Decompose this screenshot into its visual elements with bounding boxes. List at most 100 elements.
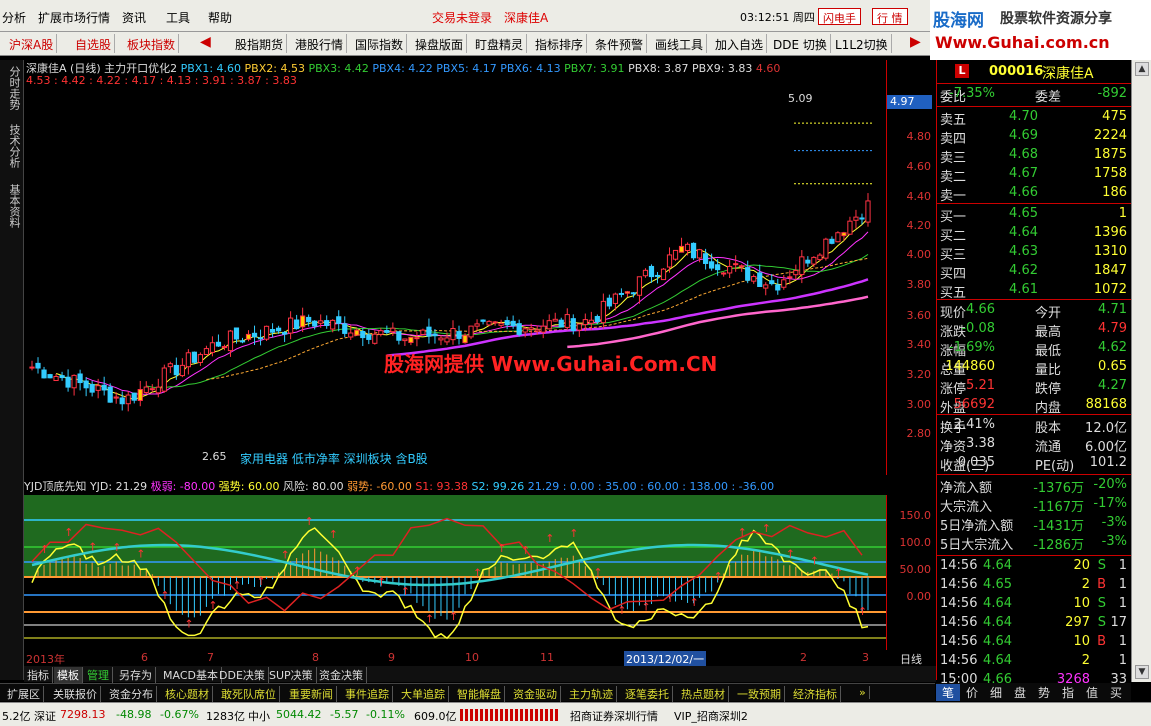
tab-save-as[interactable]: 另存为 <box>116 667 156 683</box>
tab-hk-stocks[interactable]: 港股行情 <box>292 34 348 53</box>
sidetab-fundamental[interactable]: 基本资料 <box>4 184 21 228</box>
func-core-topic[interactable]: 核心题材 <box>162 686 213 702</box>
func-main-track[interactable]: 主力轨迹 <box>566 686 617 702</box>
stat-row: 涨跌 -0.08 最高 4.79 <box>940 321 1127 340</box>
zx-turnover: 609.0亿 <box>414 710 457 723</box>
buy-signal-arrow-icon: ↑ <box>617 604 626 617</box>
candle-body <box>715 264 721 271</box>
toolbar-right-arrow-icon[interactable]: ▶ <box>910 34 921 50</box>
tab-watchlist[interactable]: 自选股 <box>72 34 116 53</box>
price-tick: 3.40 <box>906 338 932 351</box>
tab-template[interactable]: 模板 <box>54 667 83 683</box>
indicator-header: YJD顶底先知 YJD: 21.29 极弱: -80.00 强势: 60.00 … <box>24 478 886 494</box>
tab-trend[interactable]: 势 <box>1032 684 1056 701</box>
func-econ-index[interactable]: 经济指标 <box>790 686 841 702</box>
pbx3-value: PBX3: 4.42 <box>308 62 369 75</box>
kline-chart[interactable] <box>24 60 886 475</box>
vertical-scrollbar[interactable]: ▲ ▼ <box>1131 60 1151 682</box>
tab-add-watchlist[interactable]: 加入自选 <box>712 34 768 53</box>
buy-signal-arrow-icon: ↑ <box>40 543 49 556</box>
candle-body <box>402 338 408 342</box>
tab-sup[interactable]: SUP决策 <box>266 667 317 683</box>
sidetab-intraday[interactable]: 分时走势 <box>4 66 21 110</box>
extreme-weak-value: 极弱: -80.00 <box>150 480 216 493</box>
login-status[interactable]: 交易未登录 <box>432 9 492 26</box>
stat-row: 总量 144860 量比 0.65 <box>940 359 1127 378</box>
func-more[interactable]: » <box>856 686 870 699</box>
tab-trading-layout[interactable]: 操盘版面 <box>412 34 468 53</box>
candle-body <box>348 332 354 338</box>
tab-indicator-sort[interactable]: 指标排序 <box>532 34 588 53</box>
level-badge: L <box>955 64 969 78</box>
tab-draw-tools[interactable]: 画线工具 <box>652 34 708 53</box>
flash-trade-button[interactable]: 闪电手 <box>818 8 861 25</box>
tab-value[interactable]: 值 <box>1080 684 1104 701</box>
tab-condition-alert[interactable]: 条件预警 <box>592 34 648 53</box>
quote-button[interactable]: 行 情 <box>872 8 908 25</box>
candle-body <box>372 333 378 344</box>
tab-buy[interactable]: 买 <box>1104 684 1128 701</box>
menu-help[interactable]: 帮助 <box>208 9 232 26</box>
func-event-track[interactable]: 事件追踪 <box>342 686 393 702</box>
candle-body <box>618 292 625 295</box>
tab-index[interactable]: 指 <box>1056 684 1080 701</box>
menu-extended-market[interactable]: 扩展市场行情 <box>38 9 110 26</box>
tab-tick[interactable]: 笔 <box>936 684 960 701</box>
tab-index-futures[interactable]: 股指期货 <box>232 34 288 53</box>
buy-signal-arrow-icon: ↑ <box>401 585 410 598</box>
buy-signal-arrow-icon: ↑ <box>112 541 121 554</box>
func-consensus[interactable]: 一致预期 <box>734 686 785 702</box>
func-daredevil[interactable]: 敢死队席位 <box>218 686 280 702</box>
tab-intl-index[interactable]: 国际指数 <box>352 34 408 53</box>
menu-news[interactable]: 资讯 <box>122 9 146 26</box>
func-hot-topic[interactable]: 热点题材 <box>678 686 729 702</box>
stat-row: 涨幅 -1.69% 最低 4.62 <box>940 340 1127 359</box>
status-bar: 5.2亿 深证 7298.13 -48.98 -0.67% 1283亿 中小 5… <box>0 702 1151 726</box>
toolbar-left-arrow-icon[interactable]: ◀ <box>200 34 211 50</box>
scroll-up-icon[interactable]: ▲ <box>1135 62 1149 76</box>
buy-signal-arrow-icon: ↑ <box>329 528 338 541</box>
tab-macd[interactable]: MACD基本 <box>160 667 222 683</box>
tab-l1l2-switch[interactable]: L1L2切换 <box>832 34 892 53</box>
candle-body <box>522 328 528 333</box>
tab-detail[interactable]: 细 <box>984 684 1008 701</box>
stock-tags-annotation: 家用电器 低市净率 深圳板块 含B股 <box>240 452 428 466</box>
tab-fund[interactable]: 资金决策 <box>316 667 367 683</box>
menu-tools[interactable]: 工具 <box>166 9 190 26</box>
func-fund-dist[interactable]: 资金分布 <box>106 686 157 702</box>
candle-body <box>318 320 324 324</box>
yjd-indicator-chart[interactable]: ↑ ↑ ↑ ↑ ↑ ↑ ↑ ↑ ↑ ↑ ↑ ↑ ↑ ↑ ↑ ↑ ↑ ↑ ↑ ↑ ↑ ↑ ↑ ↑ ↑ ↑ ↑ ↑ ↑ ↑ ↑ ↑ ↑ ↑ ↑ <box>24 495 886 650</box>
func-related-quote[interactable]: 关联报价 <box>50 686 101 702</box>
buy-signal-arrow-icon: ↑ <box>569 527 578 540</box>
candle-body <box>185 352 191 368</box>
candle-body <box>119 397 125 405</box>
tab-watch-sprite[interactable]: 盯盘精灵 <box>472 34 528 53</box>
main-toolbar: 沪深A股 自选股 板块指数 ◀ 股指期货 港股行情 国际指数 操盘版面 盯盘精灵… <box>0 32 930 56</box>
candle-body <box>636 276 643 296</box>
buy-signal-arrow-icon: ↑ <box>88 540 97 553</box>
period-label[interactable]: 日线 <box>900 651 922 667</box>
scroll-down-icon[interactable]: ▼ <box>1135 665 1149 679</box>
tab-book[interactable]: 盘 <box>1008 684 1032 701</box>
func-smart-analysis[interactable]: 智能解盘 <box>454 686 505 702</box>
func-fund-drive[interactable]: 资金驱动 <box>510 686 561 702</box>
candle-body <box>89 383 95 393</box>
buy-signal-arrow-icon: ↑ <box>738 526 747 539</box>
sidetab-technical[interactable]: 技术分析 <box>4 124 21 168</box>
buy-signal-arrow-icon: ↑ <box>714 570 723 583</box>
tab-sector-index[interactable]: 板块指数 <box>124 34 180 53</box>
candle-body <box>179 364 185 377</box>
tab-price[interactable]: 价 <box>960 684 984 701</box>
tab-dde-switch[interactable]: DDE 切换 <box>770 34 831 53</box>
tab-hs-a[interactable]: 沪深A股 <box>6 34 58 53</box>
func-news[interactable]: 重要新闻 <box>286 686 337 702</box>
indicator-name[interactable]: YJD顶底先知 <box>24 480 86 493</box>
flow-row: 大宗流入 -1167万 -17% <box>940 496 1127 515</box>
menu-analysis[interactable]: 分析 <box>2 9 26 26</box>
tab-dde[interactable]: DDE决策 <box>216 667 269 683</box>
tab-manage[interactable]: 管理 <box>84 667 113 683</box>
func-extension[interactable]: 扩展区 <box>4 686 44 702</box>
tab-indicator[interactable]: 指标 <box>24 667 53 683</box>
func-big-order[interactable]: 大单追踪 <box>398 686 449 702</box>
func-order-detail[interactable]: 逐笔委托 <box>622 686 673 702</box>
